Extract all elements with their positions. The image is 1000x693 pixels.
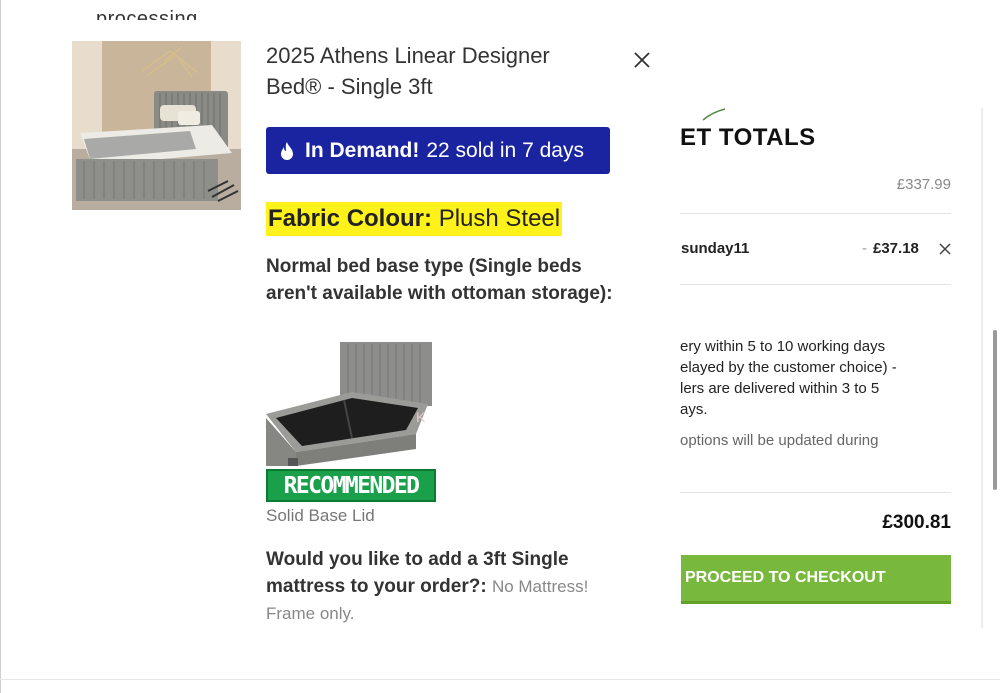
proceed-to-checkout-button[interactable]: PROCEED TO CHECKOUT: [681, 555, 951, 604]
fabric-label: Fabric Colour:: [268, 205, 433, 232]
divider: [680, 213, 951, 214]
subtotal-value: £337.99: [896, 176, 951, 193]
in-demand-badge: In Demand! 22 sold in 7 days: [266, 127, 610, 174]
svg-text:K: K: [416, 409, 426, 425]
divider: [680, 284, 951, 285]
product-title: 2025 Athens Linear Designer Bed® - Singl…: [266, 43, 550, 99]
base-option-image[interactable]: K: [266, 334, 436, 469]
basket-totals-title: ET TOTALS: [680, 124, 816, 151]
fabric-value: Plush Steel: [438, 205, 561, 232]
viewport-bottom-edge: [0, 679, 1000, 680]
base-option-label: Solid Base Lid: [266, 506, 375, 525]
product-thumbnail: [72, 41, 241, 210]
order-total-value: £300.81: [882, 512, 951, 533]
coupon-amount-value: £37.18: [873, 240, 919, 257]
clipped-heading: processing: [96, 8, 198, 20]
swoosh-mark: [702, 108, 726, 121]
close-icon[interactable]: [630, 48, 654, 72]
delivery-line: lers are delivered within 3 to 5: [680, 380, 880, 397]
flame-icon: [281, 141, 293, 160]
delivery-line: ery within 5 to 10 working days: [680, 338, 886, 355]
base-type-question: Normal bed base type (Single beds aren't…: [266, 256, 613, 304]
fabric-colour-line: Fabric Colour: Plush Steel: [266, 202, 563, 236]
coupon-code: sunday11: [681, 240, 750, 257]
delivery-line: ays.: [680, 401, 708, 418]
coupon-amount: - £37.18: [862, 240, 919, 257]
demand-text: 22 sold in 7 days: [426, 138, 584, 162]
delivery-info: ery within 5 to 10 working days elayed b…: [680, 336, 940, 420]
demand-strong: In Demand!: [305, 138, 420, 162]
mattress-question: Would you like to add a 3ft Single mattr…: [266, 546, 626, 627]
panel-edge: [981, 108, 983, 628]
divider: [680, 492, 951, 493]
shipping-options-note: options will be updated during: [680, 432, 879, 449]
recommended-badge: RECOMMENDED: [266, 469, 436, 502]
delivery-line: elayed by the customer choice) -: [680, 359, 897, 376]
remove-coupon-icon[interactable]: [936, 240, 954, 258]
viewport-left-edge: [0, 0, 1, 693]
coupon-dash: -: [862, 240, 867, 257]
scrollbar-thumb[interactable]: [993, 330, 997, 490]
